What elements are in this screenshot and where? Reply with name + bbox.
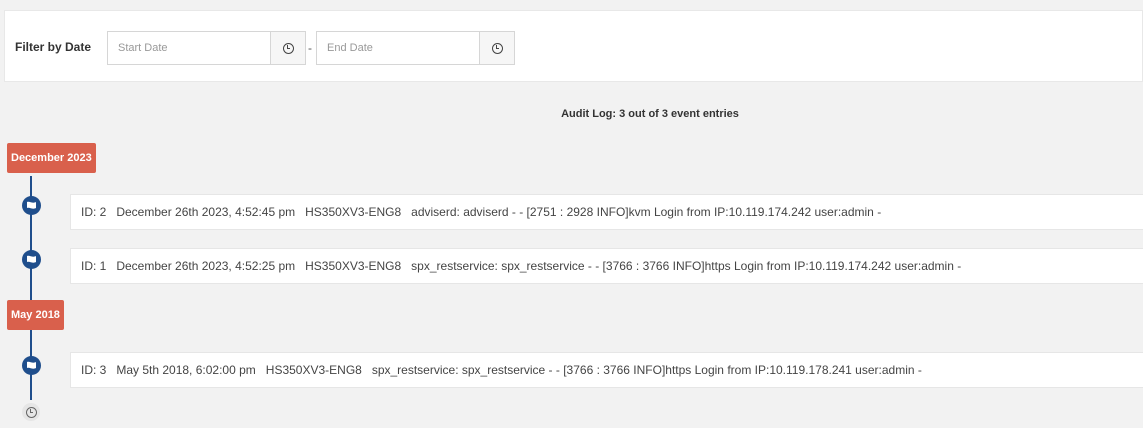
- entry-host: HS350XV3-ENG8: [265, 363, 362, 377]
- clock-icon: [25, 406, 37, 418]
- filter-by-date-label: Filter by Date: [15, 40, 92, 54]
- date-range-separator: -: [308, 41, 312, 55]
- entry-host: HS350XV3-ENG8: [305, 259, 402, 273]
- entry-id: ID: 1: [81, 259, 107, 273]
- flag-icon: [22, 356, 41, 375]
- end-date-input[interactable]: End Date: [316, 31, 480, 65]
- start-date-picker-button[interactable]: [270, 31, 306, 65]
- clock-icon: [282, 42, 294, 54]
- entry-message: adviserd: adviserd - - [2751 : 2928 INFO…: [411, 205, 882, 219]
- entry-datetime: December 26th 2023, 4:52:45 pm: [116, 205, 296, 219]
- entry-datetime: December 26th 2023, 4:52:25 pm: [116, 259, 296, 273]
- month-badge-december-2023: December 2023: [7, 143, 96, 173]
- end-date-picker-button[interactable]: [479, 31, 515, 65]
- clock-icon: [491, 42, 503, 54]
- entry-host: HS350XV3-ENG8: [305, 205, 402, 219]
- entry-id: ID: 2: [81, 205, 107, 219]
- start-date-input[interactable]: Start Date: [107, 31, 271, 65]
- month-badge-may-2018: May 2018: [7, 300, 64, 330]
- audit-log-summary: Audit Log: 3 out of 3 event entries: [561, 108, 739, 120]
- audit-entry: ID: 3 May 5th 2018, 6:02:00 pm HS350XV3-EN…: [70, 352, 1143, 388]
- timeline-end-clock-icon: [22, 403, 40, 421]
- flag-icon: [22, 196, 41, 215]
- entry-datetime: May 5th 2018, 6:02:00 pm: [116, 363, 256, 377]
- audit-entry: ID: 1 December 26th 2023, 4:52:25 pm HS350…: [70, 248, 1143, 284]
- entry-id: ID: 3: [81, 363, 107, 377]
- entry-message: spx_restservice: spx_restservice - - [37…: [411, 259, 962, 273]
- entry-message: spx_restservice: spx_restservice - - [37…: [371, 363, 922, 377]
- flag-icon: [22, 250, 41, 269]
- audit-entry: ID: 2 December 26th 2023, 4:52:45 pm HS350…: [70, 194, 1143, 230]
- filter-bar: Filter by Date Start Date - End Date: [4, 10, 1143, 82]
